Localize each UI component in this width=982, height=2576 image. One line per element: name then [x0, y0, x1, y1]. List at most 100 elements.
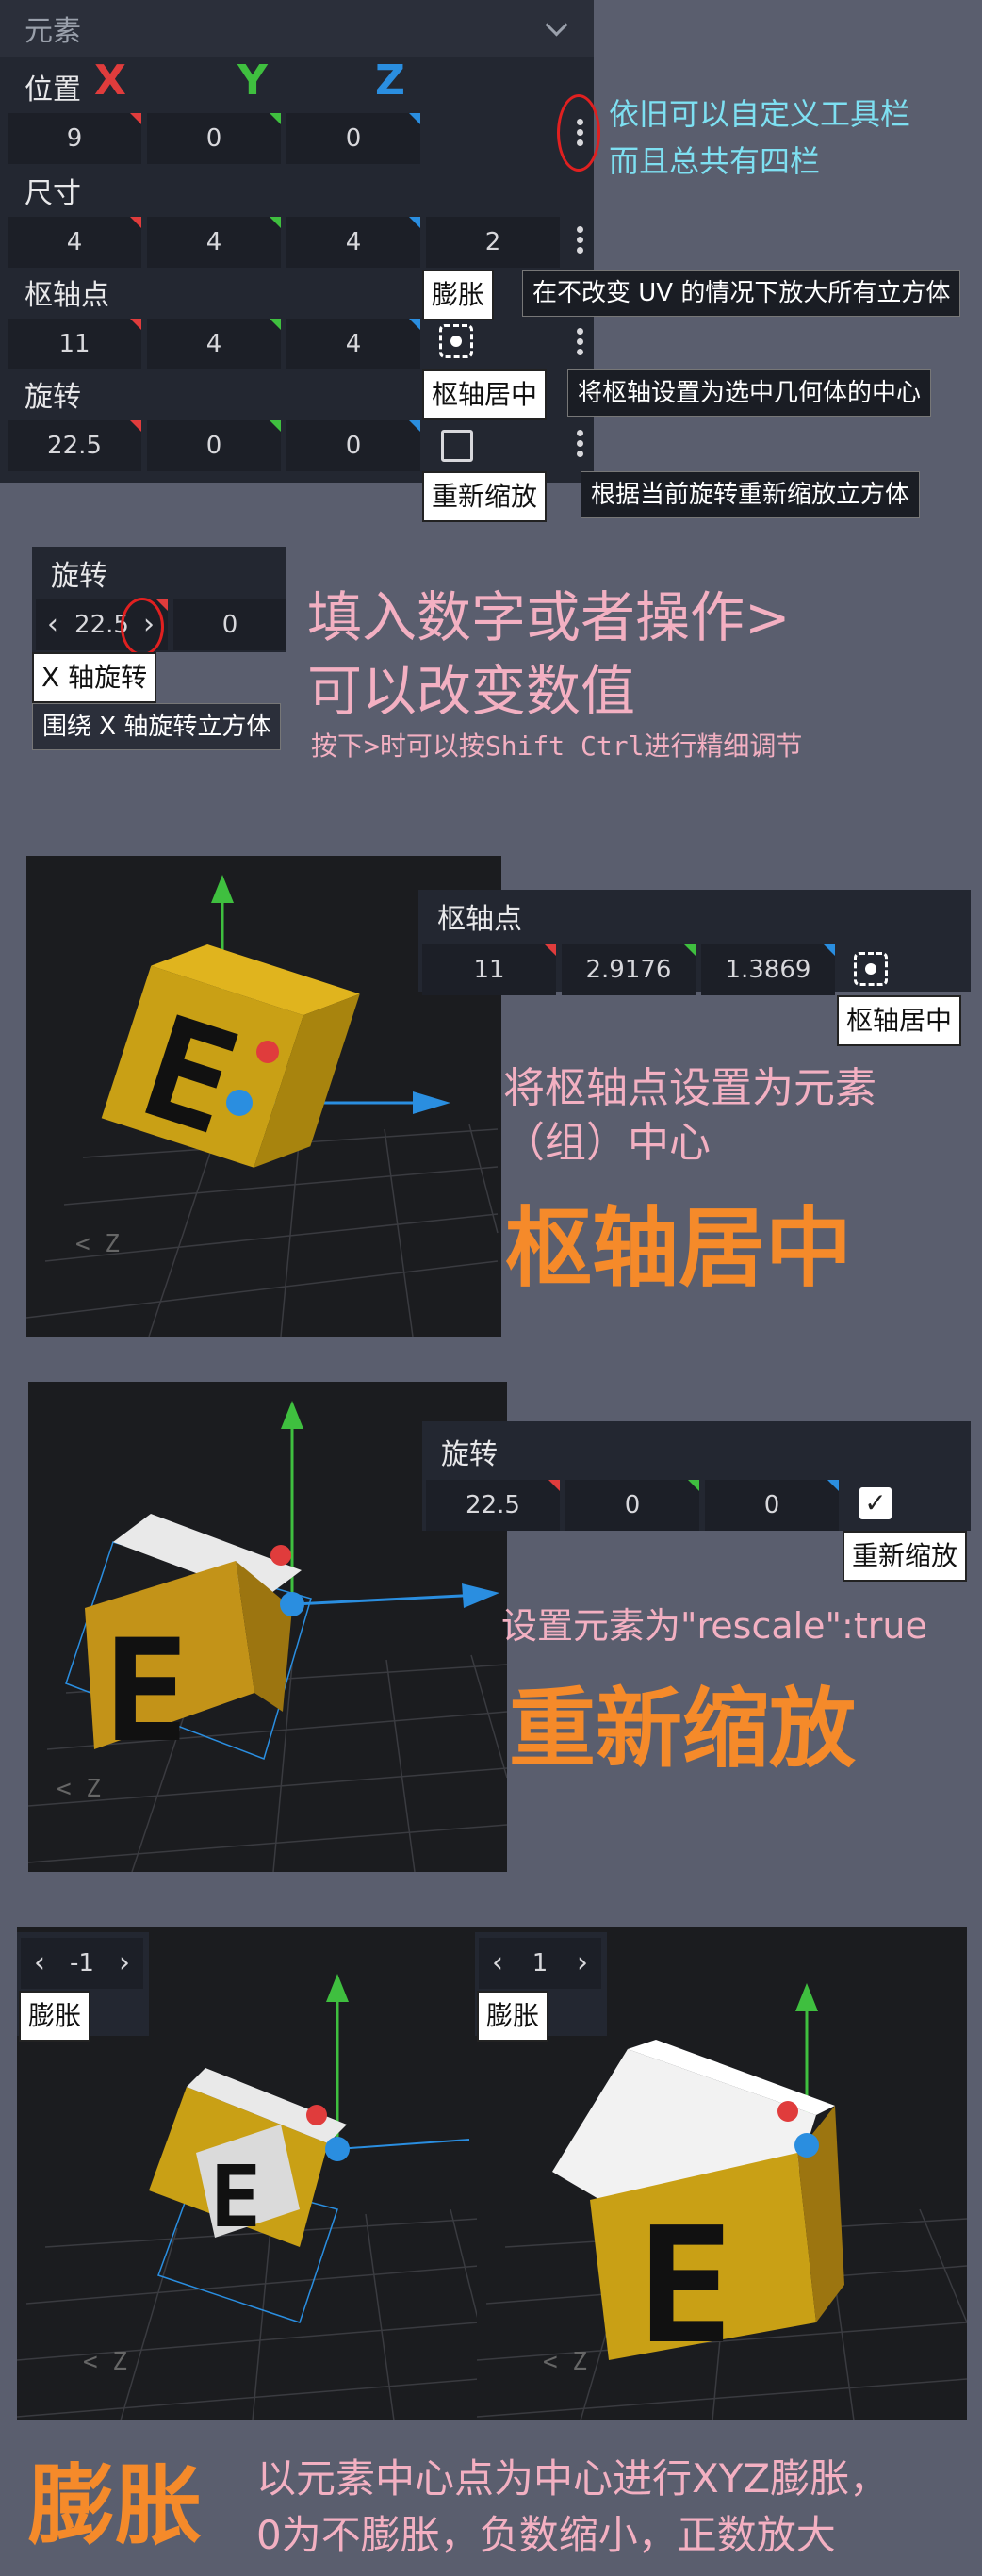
- rotation-z-value: 0: [345, 432, 362, 460]
- rotation-y-field[interactable]: 0: [173, 599, 286, 650]
- pivot-z-value: 4: [345, 330, 362, 358]
- pivot-x-value: 11: [473, 956, 505, 984]
- size-x-value: 4: [66, 228, 83, 256]
- svg-text:E: E: [637, 2193, 733, 2380]
- rotation-z-input[interactable]: 0: [286, 420, 420, 471]
- svg-text:E: E: [210, 2148, 261, 2247]
- center-pivot-dot: [450, 336, 462, 347]
- pivot-x-value: 11: [58, 330, 90, 358]
- panel2-annotation-small: 按下>时可以按Shift Ctrl进行精细调节: [311, 730, 803, 762]
- size-z-input[interactable]: 4: [286, 217, 420, 268]
- chevron-left-icon[interactable]: ‹: [34, 1938, 45, 1989]
- pivot-z-value: 1.3869: [725, 956, 811, 984]
- pivot-label: 枢轴点: [25, 279, 109, 312]
- rescale-tooltip-label: 重新缩放: [422, 471, 548, 522]
- pivot-x-input[interactable]: 11: [8, 319, 141, 369]
- pivot-y-value: 4: [205, 330, 222, 358]
- pivot-center-heading: 枢轴居中: [505, 1198, 853, 1299]
- checkbox-checked-icon[interactable]: ✓: [859, 1487, 892, 1519]
- rescale-desc: 设置元素为"rescale":true: [501, 1605, 927, 1647]
- inflate-negative-value: -1: [70, 1949, 94, 1977]
- pivot-desc-line-2: （组）中心: [503, 1119, 711, 1167]
- toolbar-annotation-line-2: 而且总共有四栏: [609, 143, 821, 179]
- position-x-input[interactable]: 9: [8, 113, 141, 164]
- size-y-input[interactable]: 4: [147, 217, 281, 268]
- pivot-y-input[interactable]: 2.9176: [562, 944, 696, 995]
- position-y-value: 0: [205, 124, 222, 153]
- position-z-input[interactable]: 0: [286, 113, 420, 164]
- increment-highlight: [121, 598, 164, 656]
- rotation-z-input[interactable]: 0: [705, 1480, 839, 1531]
- pivot-desc-line-1: 将枢轴点设置为元素: [503, 1064, 876, 1112]
- z-axis-label: Z: [375, 57, 405, 105]
- chevron-right-icon[interactable]: ›: [119, 1938, 130, 1989]
- pivot-panel-title: 枢轴点: [437, 903, 522, 936]
- position-x-value: 9: [66, 124, 83, 153]
- size-y-value: 4: [205, 228, 222, 256]
- rotation-y-field-value: 0: [221, 611, 238, 639]
- center-pivot-tooltip-desc: 将枢轴设置为选中几何体的中心: [567, 369, 932, 417]
- rotation-x-value: 22.5: [47, 432, 102, 460]
- panel-title: 元素: [25, 15, 81, 48]
- rotation-x-input[interactable]: 22.5: [426, 1480, 560, 1531]
- more-vertical-icon[interactable]: [575, 222, 584, 257]
- y-axis-label: Y: [237, 57, 268, 105]
- size-x-input[interactable]: 4: [8, 217, 141, 268]
- rescale-tooltip-desc: 根据当前旋转重新缩放立方体: [581, 471, 921, 518]
- center-pivot-dot: [865, 963, 876, 975]
- more-vertical-icon[interactable]: [575, 115, 584, 150]
- rotation-panel-title: 旋转: [51, 560, 107, 593]
- rotation-y-value: 0: [624, 1491, 641, 1519]
- size-z-value: 4: [345, 228, 362, 256]
- rotation-z-value: 0: [763, 1491, 780, 1519]
- toolbar-annotation-line-1: 依旧可以自定义工具栏: [609, 96, 911, 132]
- svg-text:< Z: < Z: [75, 1230, 120, 1258]
- size-label: 尺寸: [25, 177, 81, 210]
- svg-text:< Z: < Z: [57, 1775, 101, 1803]
- chevron-left-icon[interactable]: ‹: [492, 1938, 503, 1989]
- panel2-annotation-line-2: 可以改变数值: [307, 659, 636, 723]
- pivot-y-value: 2.9176: [585, 956, 672, 984]
- inflate-heading: 膨胀: [28, 2455, 203, 2556]
- chevron-right-icon[interactable]: ›: [577, 1938, 588, 1989]
- rescale-checkbox[interactable]: [441, 430, 473, 462]
- x-rotation-tooltip-desc: 围绕 X 轴旋转立方体: [32, 703, 282, 750]
- rotation-x-input[interactable]: 22.5: [8, 420, 141, 471]
- x-axis-label: X: [94, 57, 126, 105]
- center-pivot-tooltip: 枢轴居中: [837, 995, 962, 1046]
- rotation-x-value: 22.5: [466, 1491, 520, 1519]
- rotation-y-input[interactable]: 0: [565, 1480, 699, 1531]
- svg-text:< Z: < Z: [83, 2348, 127, 2376]
- svg-text:E: E: [104, 1610, 188, 1774]
- rotation-y-value: 0: [205, 432, 222, 460]
- center-pivot-tooltip-label: 枢轴居中: [422, 369, 548, 420]
- inflate-stepper-negative[interactable]: ‹ -1 ›: [21, 1938, 143, 1989]
- rescale-heading: 重新缩放: [509, 1679, 857, 1780]
- rotation-label: 旋转: [25, 381, 81, 414]
- inflate-positive-value: 1: [532, 1949, 548, 1977]
- rescale-tooltip: 重新缩放: [843, 1531, 968, 1582]
- inflate-stepper-positive[interactable]: ‹ 1 ›: [479, 1938, 601, 1989]
- panel2-annotation-line-1: 填入数字或者操作>: [307, 585, 791, 649]
- inflate-positive-tooltip: 膨胀: [477, 1991, 549, 2042]
- panel-header[interactable]: [0, 0, 594, 57]
- inflate-desc-line-2: 0为不膨胀，负数缩小，正数放大: [256, 2512, 836, 2558]
- pivot-y-input[interactable]: 4: [147, 319, 281, 369]
- svg-text:< Z: < Z: [543, 2348, 587, 2376]
- rotation-y-input[interactable]: 0: [147, 420, 281, 471]
- pivot-z-input[interactable]: 4: [286, 319, 420, 369]
- position-label: 位置: [25, 74, 81, 107]
- position-z-value: 0: [345, 124, 362, 153]
- pivot-x-input[interactable]: 11: [422, 944, 556, 995]
- pivot-z-input[interactable]: 1.3869: [701, 944, 835, 995]
- position-y-input[interactable]: 0: [147, 113, 281, 164]
- more-vertical-icon[interactable]: [575, 426, 584, 461]
- more-vertical-icon[interactable]: [575, 324, 584, 359]
- x-rotation-tooltip-title: X 轴旋转: [32, 652, 157, 703]
- inflate-value: 2: [484, 228, 501, 256]
- inflate-input[interactable]: 2: [426, 217, 560, 268]
- inflate-tooltip-desc: 在不改变 UV 的情况下放大所有立方体: [522, 270, 961, 317]
- chevron-left-icon[interactable]: ‹: [47, 599, 58, 650]
- inflate-desc-line-1: 以元素中心点为中心进行XYZ膨胀，: [256, 2455, 890, 2502]
- inflate-negative-tooltip: 膨胀: [19, 1991, 91, 2042]
